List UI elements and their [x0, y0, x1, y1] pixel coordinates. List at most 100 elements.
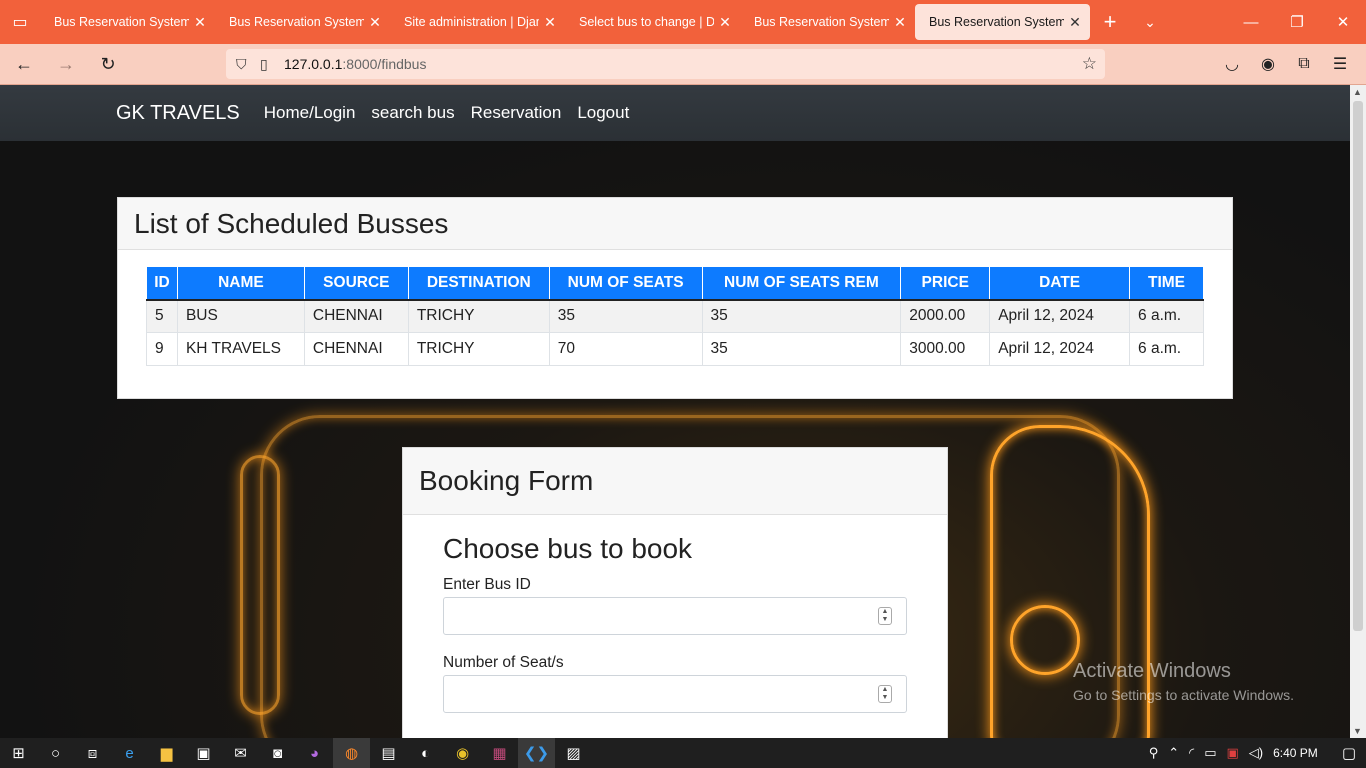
scroll-up-icon[interactable]: ▲ [1353, 87, 1362, 97]
windows-taskbar: ⊞ ○ ⧈ e ▆ ▣ ✉ ◙ ◕ ◍ ▤ ◐ ◉ ▦ ❮❯ ▨ ⚲ ⌃ ◜ ▭… [0, 738, 1366, 768]
forward-arrow-icon[interactable]: → [48, 46, 84, 82]
booking-form-card: Booking Form Choose bus to book Enter Bu… [402, 447, 948, 738]
browser-tab[interactable]: Bus Reservation System in ✕ [740, 4, 915, 40]
chevron-up-icon[interactable]: ⌃ [1168, 745, 1179, 761]
table-cell: BUS [176, 299, 305, 333]
file-explorer-icon[interactable]: ▆ [148, 738, 185, 768]
mail-icon[interactable]: ✉ [222, 738, 259, 768]
number-spinner-icon[interactable]: ▲ ▼ [878, 607, 892, 625]
window-controls: — ❐ ✕ [1228, 0, 1366, 44]
tab-title: Bus Reservation System in [54, 15, 189, 29]
schedule-title: List of Scheduled Busses [118, 198, 1232, 250]
seats-input[interactable]: ▲ ▼ [443, 675, 907, 713]
tab-title: Site administration | Django [404, 15, 539, 29]
tab-list-icon[interactable]: ▭ [0, 0, 40, 44]
scroll-down-icon[interactable]: ▼ [1353, 726, 1362, 736]
vscode-icon[interactable]: ❮❯ [518, 738, 555, 768]
terminal-icon[interactable]: ▤ [370, 738, 407, 768]
nav-home-login[interactable]: Home/Login [264, 103, 356, 123]
column-header: NAME [176, 266, 305, 301]
notification-badge-icon[interactable]: ▣ [1226, 745, 1238, 761]
table-cell: CHENNAI [303, 332, 409, 366]
browser-tab[interactable]: Bus Reservation System in ✕ [40, 4, 215, 40]
table-cell: KH TRAVELS [176, 332, 305, 366]
search-icon[interactable]: ○ [37, 738, 74, 768]
column-header: PRICE [900, 266, 991, 301]
restore-icon[interactable]: ❐ [1274, 0, 1320, 44]
github-icon[interactable]: ◐ [407, 738, 444, 768]
bookmark-star-icon[interactable]: ☆ [1082, 54, 1097, 74]
tab-title: Bus Reservation System in [754, 15, 889, 29]
table-cell: 5 [146, 299, 178, 333]
action-center-icon[interactable]: ▢ [1342, 744, 1356, 762]
people-icon[interactable]: ⚲ [1149, 745, 1159, 761]
app-icon[interactable]: ◕ [296, 738, 333, 768]
store-icon[interactable]: ▣ [185, 738, 222, 768]
firefox-icon[interactable]: ◍ [333, 738, 370, 768]
page-icon[interactable]: ▯ [260, 56, 284, 73]
page-scrollbar[interactable]: ▲ ▼ [1350, 85, 1366, 738]
brand-link[interactable]: GK TRAVELS [116, 102, 240, 125]
archive-icon[interactable]: ▦ [481, 738, 518, 768]
url-path: :8000/findbus [342, 56, 427, 72]
toolbar-actions: ◡ ◉ ⧉ ☰ [1214, 44, 1358, 84]
close-tab-icon[interactable]: ✕ [543, 14, 557, 31]
pocket-icon[interactable]: ◡ [1214, 54, 1250, 74]
windows-start-icon[interactable]: ⊞ [0, 738, 37, 768]
back-arrow-icon[interactable]: ← [6, 46, 42, 82]
new-tab-button[interactable]: + [1090, 9, 1130, 35]
menu-icon[interactable]: ☰ [1322, 54, 1358, 74]
column-header: ID [146, 266, 178, 301]
table-header-row: ID NAME SOURCE DESTINATION NUM OF SEATS … [146, 266, 1204, 301]
wifi-icon[interactable]: ◜ [1189, 745, 1194, 761]
reload-icon[interactable]: ↻ [90, 46, 126, 82]
browser-tab[interactable]: Bus Reservation System in ✕ [915, 4, 1090, 40]
close-tab-icon[interactable]: ✕ [368, 14, 382, 31]
edge-icon[interactable]: e [111, 738, 148, 768]
nav-logout[interactable]: Logout [577, 103, 629, 123]
table-cell: CHENNAI [303, 299, 409, 333]
photos-icon[interactable]: ▨ [555, 738, 592, 768]
column-header: TIME [1129, 266, 1204, 301]
camera-icon[interactable]: ◙ [259, 738, 296, 768]
table-cell: 6 a.m. [1129, 332, 1204, 366]
watermark-line-1: Activate Windows [1073, 660, 1231, 682]
close-window-icon[interactable]: ✕ [1320, 0, 1366, 44]
browser-tab[interactable]: Site administration | Django ✕ [390, 4, 565, 40]
close-tab-icon[interactable]: ✕ [893, 14, 907, 31]
account-icon[interactable]: ◉ [1250, 54, 1286, 74]
shield-icon[interactable]: ⛉ [236, 56, 260, 73]
chrome-icon[interactable]: ◉ [444, 738, 481, 768]
nav-search-bus[interactable]: search bus [371, 103, 454, 123]
number-spinner-icon[interactable]: ▲ ▼ [878, 685, 892, 703]
tab-title: Bus Reservation System in [929, 15, 1064, 29]
close-tab-icon[interactable]: ✕ [1068, 14, 1082, 31]
browser-tab[interactable]: Select bus to change | Djan ✕ [565, 4, 740, 40]
table-cell: 70 [548, 332, 703, 366]
table-cell: 2000.00 [900, 299, 991, 333]
booking-form-title: Choose bus to book [443, 533, 693, 564]
browser-tab[interactable]: Bus Reservation System in ✕ [215, 4, 390, 40]
tab-title: Select bus to change | Djan [579, 15, 714, 29]
extensions-icon[interactable]: ⧉ [1286, 55, 1322, 73]
clock[interactable]: 6:40 PM [1273, 746, 1318, 760]
system-tray: ⚲ ⌃ ◜ ▭ ▣ ◁) 6:40 PM ▢ [1149, 738, 1366, 768]
battery-icon[interactable]: ▭ [1204, 745, 1216, 761]
tab-list: Bus Reservation System in ✕ Bus Reservatio… [40, 0, 1090, 44]
table-cell: 35 [701, 299, 902, 333]
table-cell: 6 a.m. [1129, 299, 1204, 333]
nav-reservation[interactable]: Reservation [471, 103, 562, 123]
bus-id-input[interactable]: ▲ ▼ [443, 597, 907, 635]
bus-id-label: Enter Bus ID [443, 576, 531, 593]
table-cell: 35 [548, 299, 703, 333]
volume-icon[interactable]: ◁) [1249, 745, 1263, 761]
table-cell: April 12, 2024 [989, 299, 1131, 333]
column-header: DATE [989, 266, 1131, 301]
chevron-down-icon[interactable]: ⌄ [1130, 14, 1170, 31]
close-tab-icon[interactable]: ✕ [193, 14, 207, 31]
url-bar[interactable]: ⛉ ▯ 127.0.0.1:8000/findbus ☆ [226, 49, 1105, 79]
task-view-icon[interactable]: ⧈ [74, 738, 111, 768]
minimize-icon[interactable]: — [1228, 0, 1274, 44]
scrollbar-thumb[interactable] [1353, 101, 1363, 631]
close-tab-icon[interactable]: ✕ [718, 14, 732, 31]
